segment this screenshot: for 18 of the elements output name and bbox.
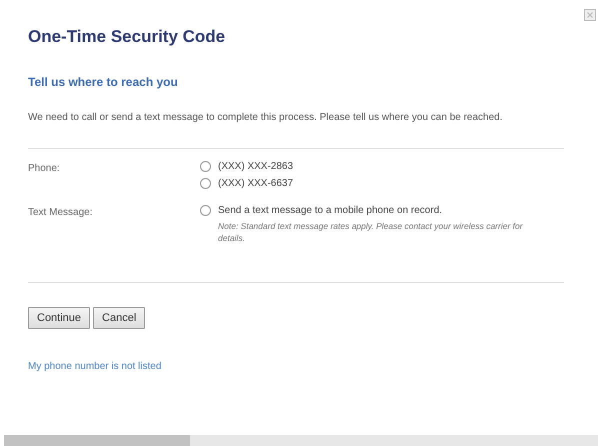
section-heading: Tell us where to reach you [28, 75, 179, 89]
dialog-button[interactable]: Cancel [93, 307, 146, 329]
scrollbar-thumb[interactable] [4, 435, 190, 446]
intro-text: We need to call or send a text message to complete this process. Please tell us where you can be reached. [28, 111, 504, 125]
dialog-title: One-Time Security Code [28, 27, 226, 47]
field-label: Phone: [28, 162, 61, 176]
dialog-button[interactable]: Continue [28, 307, 90, 329]
horizontal-scrollbar[interactable] [4, 435, 598, 446]
option-label: Send a text message to a mobile phone on record. [218, 205, 442, 216]
option-label: (XXX) XXX-2863 [218, 161, 294, 172]
radio-button[interactable] [200, 205, 211, 216]
close-icon[interactable] [584, 9, 596, 21]
note-text: Note: Standard text message rates apply. Please contact your wireless carrier for details. [218, 220, 524, 244]
field-label: Text Message: [28, 206, 94, 220]
help-link[interactable]: My phone number is not listed [28, 361, 162, 372]
radio-button[interactable] [200, 161, 211, 172]
option-label: (XXX) XXX-6637 [218, 178, 294, 189]
radio-button[interactable] [200, 178, 211, 189]
